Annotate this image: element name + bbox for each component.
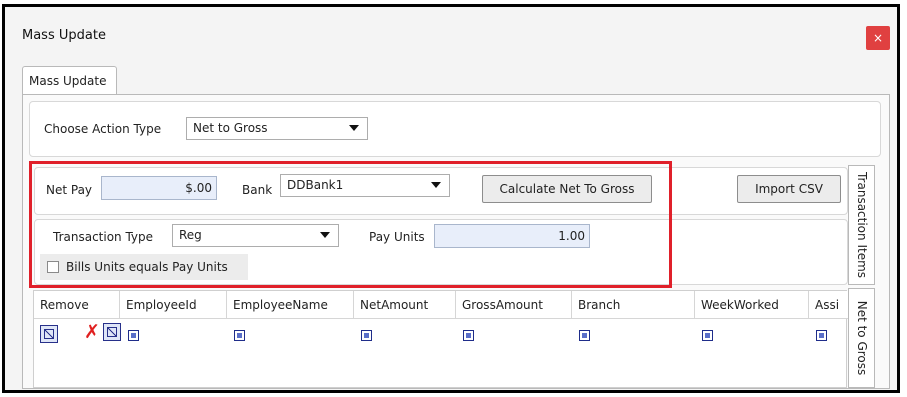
branch-checkbox[interactable] xyxy=(579,330,590,341)
netamount-checkbox[interactable] xyxy=(361,330,372,341)
column-header-assi[interactable]: Assi xyxy=(809,291,848,319)
tab-net-to-gross[interactable]: Net to Gross xyxy=(848,288,875,388)
column-header-netamount[interactable]: NetAmount xyxy=(354,291,456,319)
import-csv-button[interactable]: Import CSV xyxy=(737,175,841,203)
window-title: Mass Update xyxy=(22,28,106,43)
employeeid-checkbox[interactable] xyxy=(128,330,139,341)
highlight-box xyxy=(29,161,672,288)
chevron-down-icon xyxy=(349,125,359,131)
tab-transaction-items[interactable]: Transaction Items xyxy=(848,165,875,285)
employeename-checkbox[interactable] xyxy=(234,330,245,341)
action-type-label: Choose Action Type xyxy=(44,122,162,136)
column-header-weekworked[interactable]: WeekWorked xyxy=(695,291,809,319)
assi-checkbox[interactable] xyxy=(816,330,827,341)
column-header-employeeid[interactable]: EmployeeId xyxy=(120,291,227,319)
action-type-value: Net to Gross xyxy=(193,121,268,135)
close-button[interactable]: × xyxy=(866,26,890,50)
column-header-grossamount[interactable]: GrossAmount xyxy=(456,291,572,319)
tab-mass-update[interactable]: Mass Update xyxy=(22,66,117,94)
edit-icon[interactable] xyxy=(40,325,58,343)
edit-row-icon[interactable] xyxy=(103,323,121,341)
data-grid: Remove EmployeeId EmployeeName NetAmount… xyxy=(33,290,848,388)
weekworked-checkbox[interactable] xyxy=(702,330,713,341)
delete-icon[interactable]: ✗ xyxy=(84,323,100,342)
action-type-dropdown[interactable]: Net to Gross xyxy=(186,117,368,140)
net-to-gross-label: Net to Gross xyxy=(854,300,869,376)
transaction-items-label: Transaction Items xyxy=(854,171,869,279)
column-header-remove[interactable]: Remove xyxy=(34,291,120,319)
column-header-branch[interactable]: Branch xyxy=(572,291,695,319)
grossamount-checkbox[interactable] xyxy=(463,330,474,341)
column-header-employeename[interactable]: EmployeeName xyxy=(227,291,354,319)
